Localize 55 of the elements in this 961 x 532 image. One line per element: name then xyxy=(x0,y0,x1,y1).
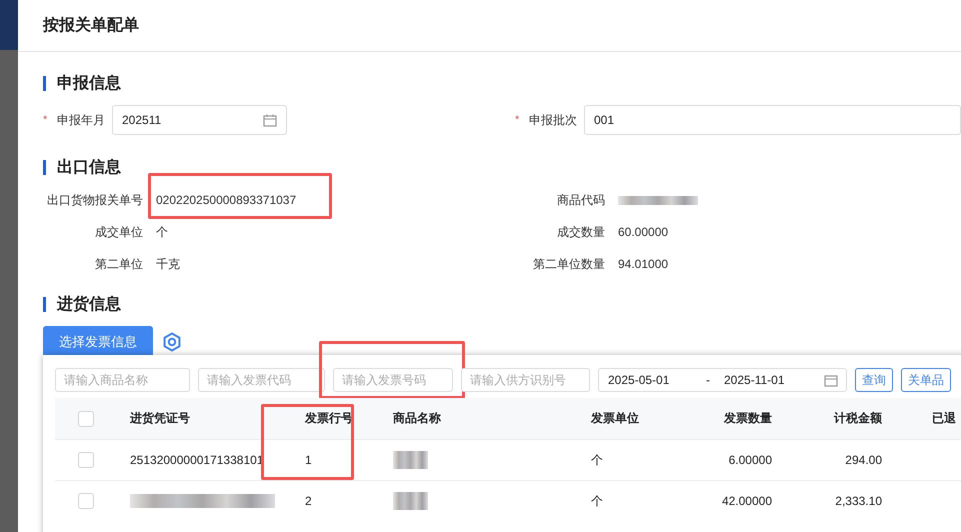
text-field[interactable]: 001 xyxy=(584,105,961,135)
required-mark: * xyxy=(43,114,48,126)
detail-value: 个 xyxy=(156,224,168,240)
detail-value: 020220250000893371037 xyxy=(156,193,296,207)
table-cell: 1 xyxy=(305,453,312,467)
settings-icon[interactable] xyxy=(162,332,182,352)
table-cell: 42.00000 xyxy=(722,494,772,508)
date-range-field[interactable]: 2025-05-01 - 2025-11-01 xyxy=(598,368,847,392)
column-header: 发票行号 xyxy=(305,410,353,427)
calendar-icon xyxy=(263,114,277,126)
customs-name-button[interactable]: 关单品 xyxy=(901,368,951,392)
section-marker xyxy=(43,296,46,312)
table-cell: 294.00 xyxy=(845,453,882,467)
search-field[interactable]: 请输入商品名称 xyxy=(55,368,190,392)
section-heading: 出口信息 xyxy=(57,158,121,178)
search-field[interactable]: 请输入发票号码 xyxy=(333,368,453,392)
section-marker xyxy=(43,160,46,174)
date-field[interactable]: 202511 xyxy=(112,105,287,135)
table-cell: 6.00000 xyxy=(728,453,772,467)
section-heading: 进货信息 xyxy=(57,294,121,314)
column-header: 进货凭证号 xyxy=(130,410,190,427)
select-invoice-button[interactable]: 选择发票信息 xyxy=(43,326,153,358)
table-cell: 个 xyxy=(591,494,603,508)
query-button[interactable]: 查询 xyxy=(855,368,893,392)
field-label: 申报批次 xyxy=(529,112,578,128)
calendar-icon xyxy=(824,374,838,386)
search-field[interactable]: 请输入发票代码 xyxy=(198,368,325,392)
column-header: 已退 xyxy=(932,410,956,427)
detail-label: 成交单位 xyxy=(94,224,143,241)
app-header-strip xyxy=(0,0,18,50)
detail-value: 60.00000 xyxy=(618,225,668,239)
field-label: 申报年月 xyxy=(57,112,106,128)
detail-label: 成交数量 xyxy=(556,224,605,241)
section-marker xyxy=(43,76,46,90)
required-mark: * xyxy=(515,114,520,126)
dialog-title: 按报关单配单 xyxy=(43,15,139,36)
table-cell: 25132000000171338101 xyxy=(130,453,264,467)
column-header: 发票单位 xyxy=(591,410,639,427)
select-all-checkbox[interactable] xyxy=(78,410,94,426)
column-header: 发票数量 xyxy=(724,410,772,427)
detail-label: 第二单位数量 xyxy=(533,256,605,273)
detail-value: 94.01000 xyxy=(618,257,668,271)
detail-label: 商品代码 xyxy=(556,192,605,209)
search-field[interactable]: 请输入供方识别号 xyxy=(461,368,590,392)
detail-value: 千克 xyxy=(156,256,180,272)
table-cell: 个 xyxy=(591,452,603,466)
table-cell: 2,333.10 xyxy=(835,494,882,508)
detail-label: 出口货物报关单号 xyxy=(46,192,143,209)
detail-label: 第二单位 xyxy=(94,256,143,273)
row-checkbox[interactable] xyxy=(78,452,94,468)
row-checkbox[interactable] xyxy=(78,493,94,509)
column-header: 商品名称 xyxy=(393,410,441,427)
table-cell: 2 xyxy=(305,494,312,508)
section-heading: 申报信息 xyxy=(57,74,121,94)
column-header: 计税金额 xyxy=(834,410,882,427)
